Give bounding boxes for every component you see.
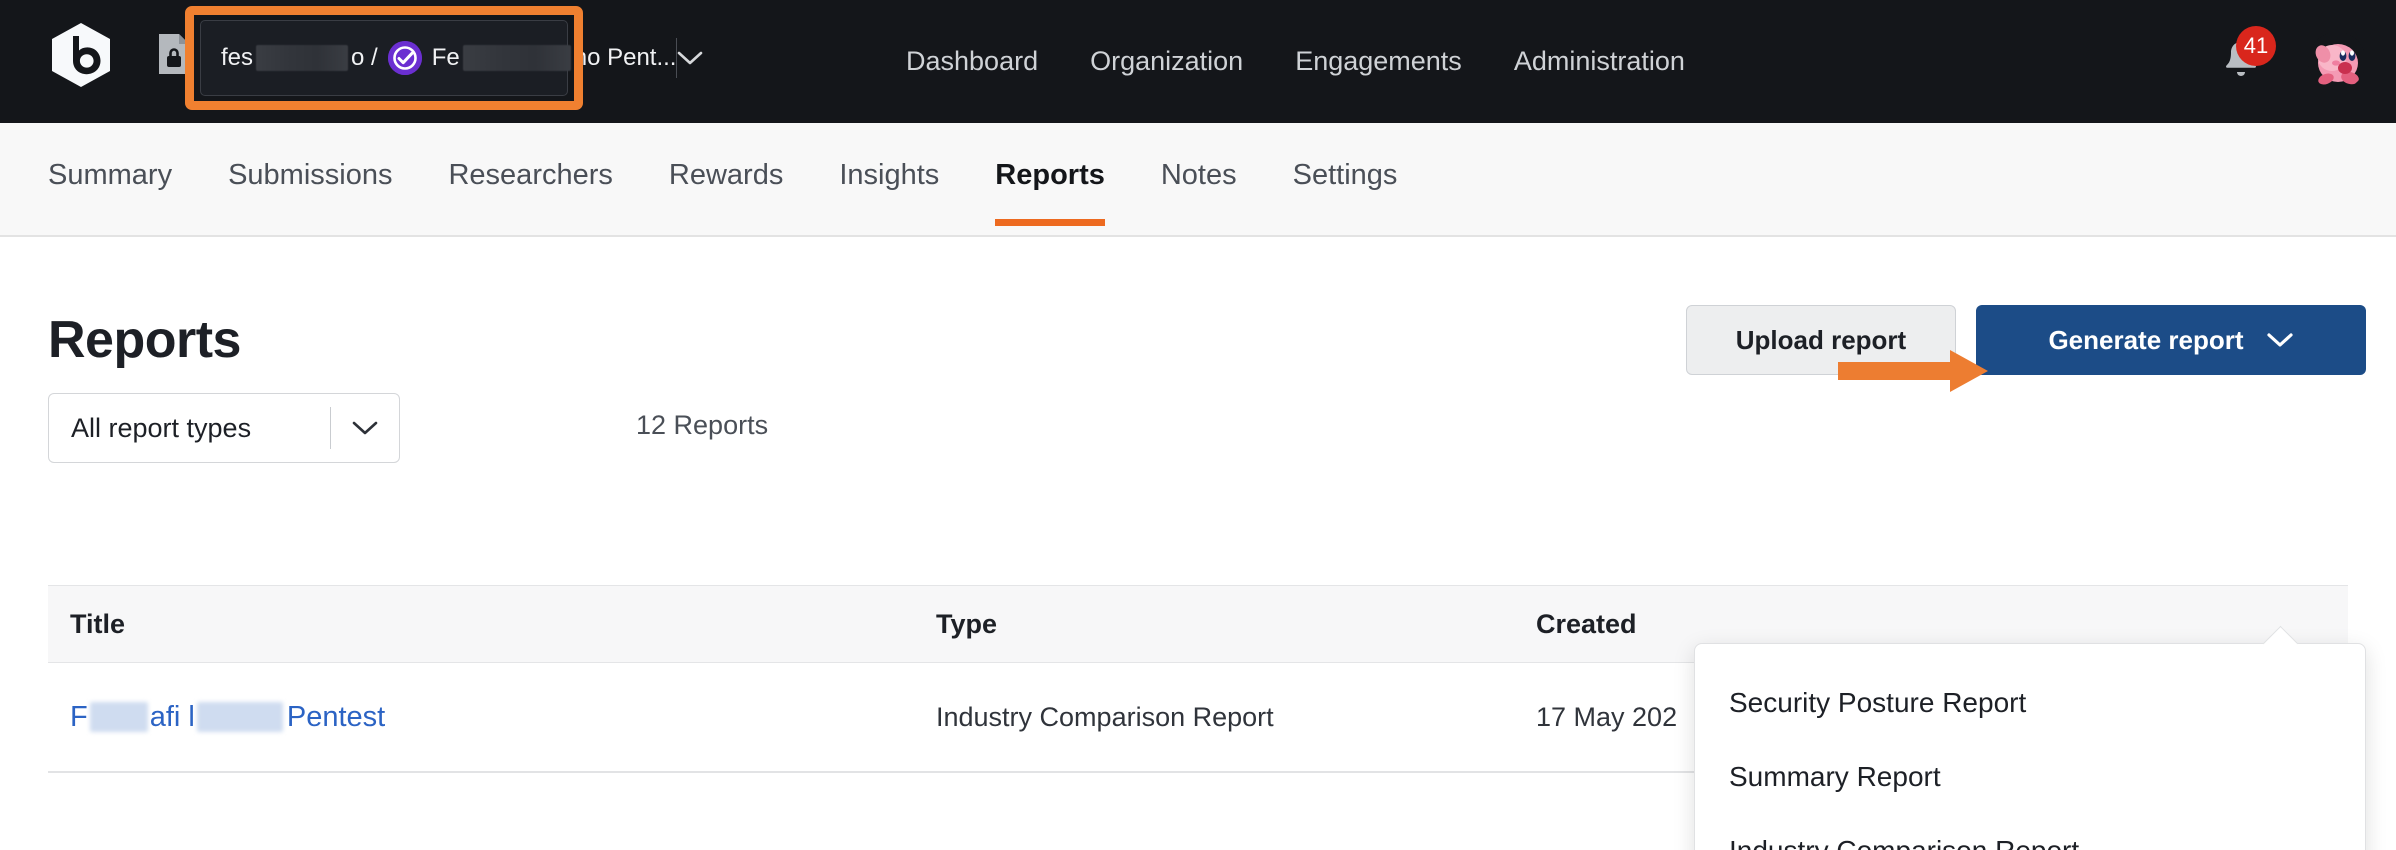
arrow-annotation [1838,350,1988,392]
avatar-image [2308,32,2366,90]
app-root: fes o / Fe no Pent... Dashboard Organiza… [0,0,2396,850]
report-count-label: 12 Reports [636,410,769,440]
title-mid-text: afi l [149,700,195,733]
chevron-down-icon [2266,333,2293,347]
report-type-filter[interactable]: All report types [48,393,400,463]
title-prefix-text: F [70,700,88,733]
tab-researchers[interactable]: Researchers [420,123,640,192]
column-header-type: Type [936,608,998,639]
tab-insights[interactable]: Insights [811,123,967,192]
tab-summary[interactable]: Summary [20,123,200,192]
menu-item-summary-report[interactable]: Summary Report [1695,740,2365,814]
nav-item-engagements[interactable]: Engagements [1269,46,1488,77]
menu-item-industry-comparison-report[interactable]: Industry Comparison Report [1695,814,2365,850]
title-suffix-text: Pentest [286,700,386,733]
generate-report-label: Generate report [2048,324,2244,355]
notification-count-badge: 41 [2236,26,2276,66]
main-content: Reports Upload report Generate report Al… [0,237,2396,850]
org-suffix-text: no Pent... [573,44,677,71]
user-avatar[interactable] [2308,32,2366,90]
redacted-text-block [196,702,283,732]
tab-reports[interactable]: Reports [967,123,1133,226]
column-header-title: Title [70,608,126,639]
nav-item-administration[interactable]: Administration [1488,46,1711,77]
nav-item-dashboard[interactable]: Dashboard [880,46,1064,77]
tab-rewards[interactable]: Rewards [641,123,811,192]
tab-notes[interactable]: Notes [1133,123,1265,192]
generate-report-button[interactable]: Generate report [1976,305,2366,375]
cell-title: F afi l Pentest [48,701,936,734]
primary-navigation: Dashboard Organization Engagements Admin… [880,0,1711,123]
tab-submissions[interactable]: Submissions [200,123,420,192]
section-tab-bar: Summary Submissions Researchers Rewards … [0,123,2396,237]
menu-item-security-posture-report[interactable]: Security Posture Report [1695,666,2365,740]
redacted-text-block [89,702,148,732]
chevron-down-icon[interactable] [331,420,399,436]
org-selector-highlight-annotation [185,6,583,110]
bugcrowd-logo[interactable] [48,22,114,88]
chevron-down-icon[interactable] [677,50,703,66]
report-type-filter-value: All report types [71,412,252,443]
generate-report-dropdown-menu: Security Posture Report Summary Report I… [1694,643,2366,850]
bugcrowd-hex-logo-icon [52,23,110,87]
top-navigation-bar: fes o / Fe no Pent... Dashboard Organiza… [0,0,2396,123]
notifications-button[interactable]: 41 [2218,26,2276,84]
cell-type: Industry Comparison Report [936,701,1274,732]
report-title-link[interactable]: F afi l Pentest [70,701,385,734]
tab-settings[interactable]: Settings [1265,123,1426,192]
column-header-created: Created [1536,608,1637,639]
page-title: Reports [48,311,241,369]
nav-item-organization[interactable]: Organization [1064,46,1269,77]
